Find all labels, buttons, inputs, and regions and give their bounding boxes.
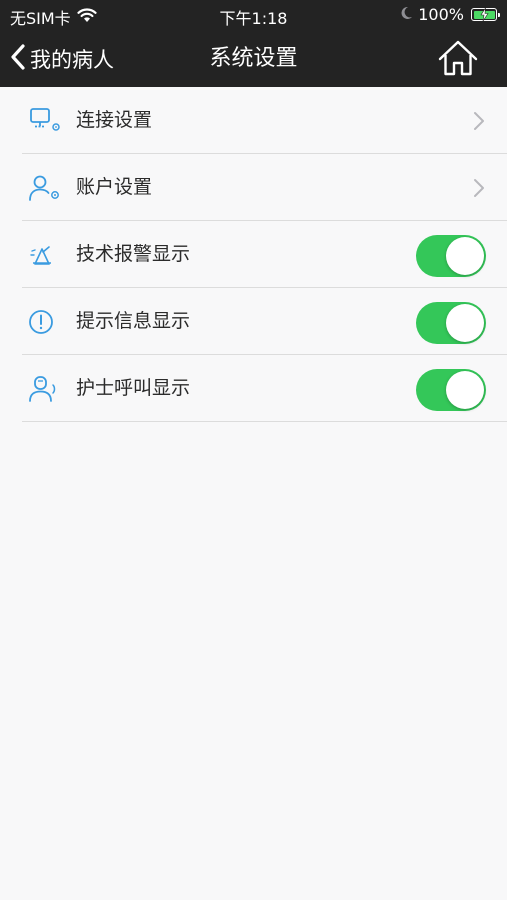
back-button-label: 我的病人 [30, 48, 114, 72]
chevron-right-icon [474, 112, 484, 130]
toggle-knob [446, 237, 484, 275]
user-settings-icon [29, 175, 59, 201]
info-message-toggle[interactable] [416, 302, 486, 344]
navigation-bar: 我的病人 系统设置 [0, 31, 507, 87]
chevron-right-icon [474, 179, 484, 197]
technical-alarm-label: 技术报警显示 [76, 243, 191, 265]
connection-settings-label: 连接设置 [76, 109, 153, 131]
account-settings-label: 账户设置 [76, 176, 153, 198]
toggle-knob [446, 371, 484, 409]
info-message-row: 提示信息显示 [0, 288, 507, 355]
status-right: 100% [400, 5, 500, 24]
nurse-call-icon [29, 376, 56, 402]
toggle-knob [446, 304, 484, 342]
nurse-call-toggle[interactable] [416, 369, 486, 411]
home-icon [438, 40, 478, 76]
info-exclamation-icon [29, 310, 53, 334]
battery-percent: 100% [418, 5, 464, 24]
account-settings-row[interactable]: 账户设置 [0, 154, 507, 221]
monitor-settings-icon [30, 108, 60, 131]
settings-screen: 无SIM卡 下午1:18 100% 我的病人 系统设置 连接设置 账户设置 技术… [0, 0, 507, 900]
technical-alarm-toggle[interactable] [416, 235, 486, 277]
home-button[interactable] [437, 39, 479, 79]
status-bar: 无SIM卡 下午1:18 100% [0, 0, 507, 31]
info-message-label: 提示信息显示 [76, 310, 191, 332]
nurse-call-label: 护士呼叫显示 [76, 377, 191, 399]
battery-charging-icon [471, 8, 500, 21]
technical-alarm-icon [30, 246, 51, 265]
settings-list: 连接设置 账户设置 技术报警显示 提示信息显示 护士呼叫显示 [0, 87, 507, 422]
nurse-call-row: 护士呼叫显示 [0, 355, 507, 422]
do-not-disturb-moon-icon [400, 5, 413, 24]
back-button[interactable]: 我的病人 [10, 31, 114, 87]
row-divider [22, 421, 507, 422]
connection-settings-row[interactable]: 连接设置 [0, 87, 507, 154]
chevron-left-icon [10, 43, 26, 75]
technical-alarm-row: 技术报警显示 [0, 221, 507, 288]
